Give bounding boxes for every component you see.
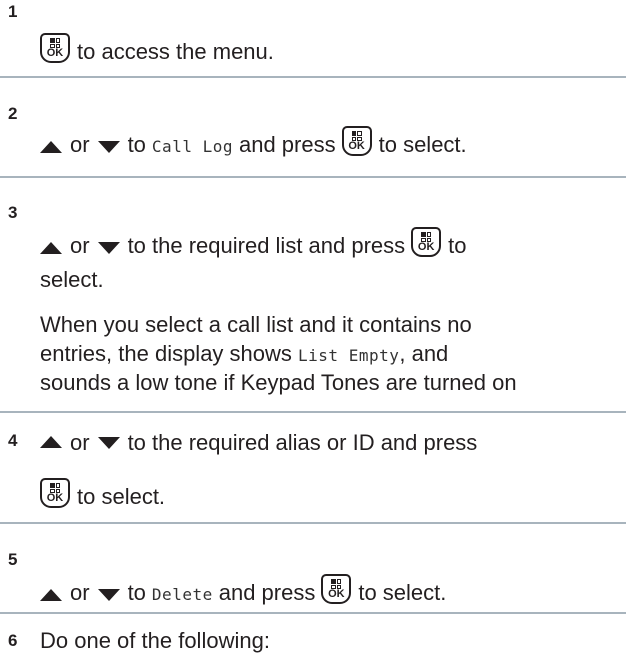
menu-ok-button-icon: OK bbox=[40, 478, 70, 508]
step-4-line-2: OK to select. bbox=[40, 470, 165, 508]
step-4-line: or to the required alias or ID and press bbox=[40, 430, 477, 456]
menu-ok-button-icon: OK bbox=[40, 33, 70, 63]
up-arrow-icon bbox=[40, 242, 62, 254]
step-number: 3 bbox=[8, 203, 18, 222]
divider bbox=[0, 522, 626, 524]
down-arrow-icon bbox=[97, 141, 120, 153]
up-arrow-icon bbox=[40, 141, 62, 153]
step-number: 1 bbox=[8, 2, 18, 21]
down-arrow-icon bbox=[97, 242, 120, 254]
note-line-3: sounds a low tone if Keypad Tones are tu… bbox=[40, 370, 517, 395]
step-6-text: Do one of the following: bbox=[40, 628, 270, 653]
step-number: 5 bbox=[8, 550, 18, 569]
divider bbox=[0, 612, 626, 614]
menu-ok-button-icon: OK bbox=[321, 574, 352, 604]
display-text-list-empty: List Empty bbox=[298, 346, 400, 365]
divider bbox=[0, 76, 626, 78]
step-1-line: OK to access the menu. bbox=[40, 8, 274, 63]
step-number: 2 bbox=[8, 104, 18, 123]
step-number: 4 bbox=[8, 431, 18, 450]
menu-item-call-log: Call Log bbox=[151, 137, 233, 156]
step-number: 6 bbox=[8, 631, 18, 650]
menu-item-delete: Delete bbox=[151, 585, 213, 604]
step-text: to access the menu. bbox=[77, 39, 274, 64]
down-arrow-icon bbox=[97, 589, 120, 601]
menu-ok-button-icon: OK bbox=[341, 126, 372, 156]
step-2-line: or to Call Log and press OK to select. bbox=[40, 112, 467, 156]
menu-ok-button-icon: OK bbox=[411, 227, 442, 257]
step-text: select. bbox=[40, 267, 104, 292]
divider bbox=[0, 176, 626, 178]
step-3-line: or to the required list and press OK to bbox=[40, 212, 467, 257]
down-arrow-icon bbox=[97, 437, 120, 449]
divider bbox=[0, 411, 626, 413]
up-arrow-icon bbox=[40, 589, 62, 601]
note-line-1: When you select a call list and it conta… bbox=[40, 312, 472, 337]
note-line-2: entries, the display shows List Empty, a… bbox=[40, 341, 449, 366]
step-5-line: or to Delete and press OK to select. bbox=[40, 560, 446, 604]
up-arrow-icon bbox=[40, 436, 62, 448]
